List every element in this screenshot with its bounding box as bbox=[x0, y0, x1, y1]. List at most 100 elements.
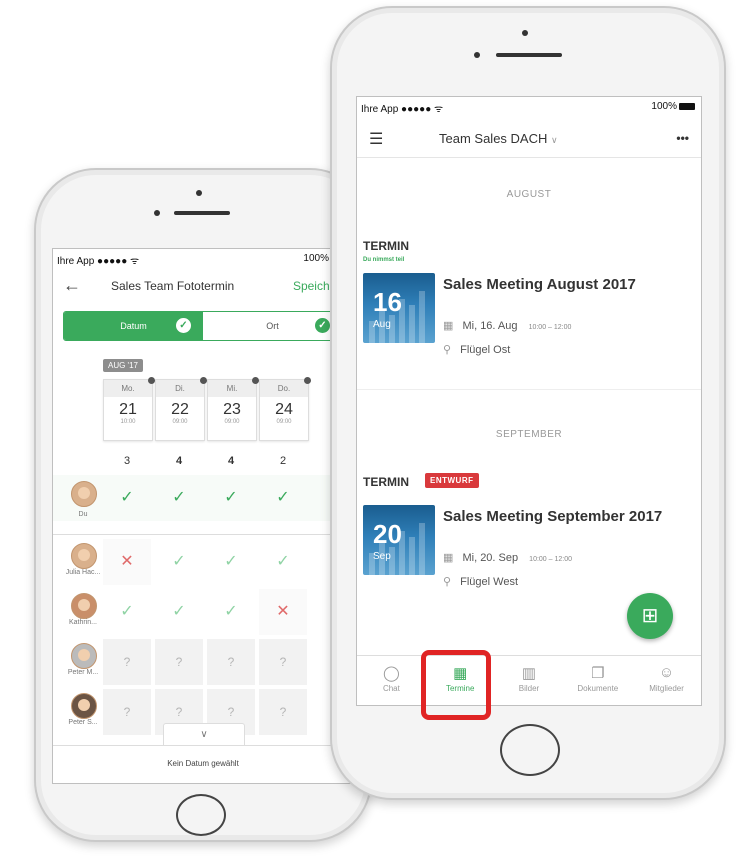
add-event-button[interactable]: ⊞ bbox=[627, 593, 673, 639]
sensor-dot bbox=[154, 210, 160, 216]
tab-ort-label: Ort bbox=[266, 321, 279, 331]
left-screen: Ihre App ●●●●● ᯤ 100% ← Sales Team Fotot… bbox=[52, 248, 354, 784]
comment-dot-icon bbox=[148, 377, 155, 384]
calendar-plus-icon: ⊞ bbox=[641, 605, 659, 627]
footer-text: Kein Datum gewählt bbox=[167, 759, 239, 768]
tab-dokumente[interactable]: ❐ Dokumente bbox=[563, 656, 632, 705]
event-place-row: ⚲ Flügel Ost bbox=[443, 343, 510, 356]
vote-cell: ? bbox=[103, 639, 151, 685]
time: 09:00 bbox=[172, 419, 188, 425]
weekday: Di. bbox=[156, 380, 204, 397]
voter-name: Du bbox=[78, 511, 88, 518]
tab-mitglieder[interactable]: ☺ Mitglieder bbox=[632, 656, 701, 705]
back-arrow-icon[interactable]: ← bbox=[63, 275, 81, 296]
avatar bbox=[71, 543, 97, 569]
date-option[interactable]: Do. 24 09:00 bbox=[259, 377, 311, 441]
home-button bbox=[500, 724, 560, 776]
page-title: Sales Team Fototermin bbox=[111, 279, 235, 293]
menu-list-icon[interactable]: ☰ bbox=[369, 129, 383, 149]
tab-datum[interactable]: Datum ✓ bbox=[64, 312, 203, 340]
documents-icon: ❐ bbox=[591, 665, 605, 682]
chat-bubble-icon: ◯ bbox=[383, 665, 400, 682]
comment-dot-icon bbox=[304, 377, 311, 384]
event-date-row: ▦ Mi, 16. Aug 10:00 – 12:00 bbox=[443, 319, 571, 332]
edit-header: ← Sales Team Fototermin Speichern bbox=[53, 271, 353, 299]
vote-cell[interactable]: ✓ bbox=[259, 475, 307, 521]
tab-ort[interactable]: Ort ✓ bbox=[203, 312, 342, 340]
image-icon: ▥ bbox=[521, 665, 537, 682]
weekday: Mi. bbox=[208, 380, 256, 397]
tab-label: Mitglieder bbox=[649, 684, 684, 693]
person-icon: ☺ bbox=[658, 664, 675, 681]
event-thumbnail: 20 Sep bbox=[363, 505, 435, 575]
event-date: Mi, 16. Aug bbox=[462, 320, 518, 332]
chevron-down-icon: ∨ bbox=[551, 135, 558, 145]
voter-row: Julia Hac... ✕ ✓ ✓ ✓ bbox=[53, 539, 353, 585]
group-switcher[interactable]: Team Sales DACH ∨ bbox=[439, 131, 558, 146]
vote-cell[interactable]: ✓ bbox=[155, 475, 203, 521]
voter-row-self: Du ✓ ✓ ✓ ✓ bbox=[53, 475, 353, 521]
thumb-day: 16 bbox=[373, 287, 402, 317]
event-card[interactable]: 16 Aug Sales Meeting August 2017 ▦ Mi, 1… bbox=[357, 269, 701, 367]
month-separator: SEPTEMBER bbox=[495, 429, 563, 440]
event-date: Mi, 20. Sep bbox=[462, 552, 519, 564]
location-pin-icon: ⚲ bbox=[443, 344, 452, 356]
vote-cell: ✕ bbox=[259, 589, 307, 635]
right-screen: Ihre App ●●●●● ᯤ 100% ☰ Team Sales DACH … bbox=[356, 96, 702, 706]
time: 09:00 bbox=[276, 419, 292, 425]
event-time: 10:00 – 12:00 bbox=[528, 324, 572, 331]
highlight-frame bbox=[421, 650, 491, 720]
month-badge: AUG '17 bbox=[103, 359, 143, 372]
battery-text: 100% bbox=[651, 101, 677, 112]
time: 10:00 bbox=[120, 419, 136, 425]
weekday: Mo. bbox=[104, 380, 152, 397]
event-title: Sales Meeting September 2017 bbox=[443, 508, 663, 525]
date-option[interactable]: Mi. 23 09:00 bbox=[207, 377, 259, 441]
carrier-text: Ihre App ●●●●● ᯤ bbox=[361, 104, 444, 115]
vote-cell: ? bbox=[155, 639, 203, 685]
voter-name: Kathrin... bbox=[68, 619, 97, 626]
thumb-day: 20 bbox=[373, 519, 402, 549]
speaker-slot bbox=[174, 211, 230, 215]
vote-cell[interactable]: ✓ bbox=[103, 475, 151, 521]
status-bar: Ihre App ●●●●● ᯤ 100% bbox=[53, 249, 353, 267]
more-options-icon[interactable]: ••• bbox=[676, 131, 689, 145]
date-option[interactable]: Di. 22 09:00 bbox=[155, 377, 207, 441]
vote-cell: ? bbox=[259, 689, 307, 735]
vote-cell: ✓ bbox=[120, 603, 134, 620]
tab-chat[interactable]: ◯ Chat bbox=[357, 656, 426, 705]
divider bbox=[357, 389, 701, 390]
calendar-icon: ▦ bbox=[443, 552, 454, 564]
check-circle-icon: ✓ bbox=[315, 318, 330, 333]
vote-cell[interactable]: ✓ bbox=[207, 475, 255, 521]
vote-cell: ✓ bbox=[276, 553, 290, 570]
check-circle-icon: ✓ bbox=[176, 318, 191, 333]
right-phone-frame: Ihre App ●●●●● ᯤ 100% ☰ Team Sales DACH … bbox=[330, 6, 726, 800]
header-divider bbox=[357, 157, 701, 158]
voter-row: Peter M... ? ? ? ? bbox=[53, 639, 353, 685]
date-option[interactable]: Mo. 21 10:00 bbox=[103, 377, 155, 441]
day-number: 21 bbox=[119, 401, 137, 418]
event-time: 10:00 – 12:00 bbox=[529, 556, 572, 563]
home-button bbox=[176, 794, 226, 836]
location-pin-icon: ⚲ bbox=[443, 576, 452, 588]
event-type: TERMIN bbox=[363, 475, 409, 489]
vote-cell: ✓ bbox=[224, 603, 238, 620]
tab-bilder[interactable]: ▥ Bilder bbox=[495, 656, 564, 705]
battery-text: 100% bbox=[303, 253, 329, 264]
tab-label: Bilder bbox=[518, 684, 540, 693]
expand-handle[interactable]: ∨ bbox=[163, 723, 245, 746]
carrier-text: Ihre App ●●●●● ᯤ bbox=[57, 256, 140, 267]
event-card[interactable]: 20 Sep Sales Meeting September 2017 ▦ Mi… bbox=[357, 501, 701, 601]
vote-cell: ? bbox=[103, 689, 151, 735]
chevron-down-icon: ∨ bbox=[200, 729, 208, 740]
event-thumbnail: 16 Aug bbox=[363, 273, 435, 343]
event-title: Sales Meeting August 2017 bbox=[443, 276, 636, 293]
draft-badge: ENTWURF bbox=[425, 473, 479, 488]
battery-icon bbox=[679, 102, 695, 110]
left-phone-frame: Ihre App ●●●●● ᯤ 100% ← Sales Team Fotot… bbox=[34, 168, 372, 842]
vote-cell: ✓ bbox=[224, 553, 238, 570]
event-type: TERMIN bbox=[363, 239, 409, 253]
vote-count: 4 bbox=[175, 455, 183, 467]
thumb-month: Aug bbox=[373, 319, 391, 330]
